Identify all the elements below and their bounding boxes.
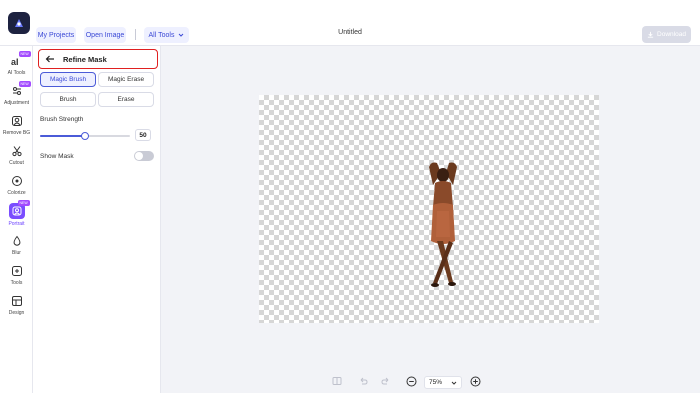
redo-icon[interactable] (380, 375, 392, 387)
new-badge: NEW (18, 51, 31, 57)
nav-label: Adjustment (3, 100, 29, 106)
panel-title: Refine Mask (63, 54, 107, 64)
magic-brush-button[interactable]: Magic Brush (40, 72, 96, 87)
svg-text:aI: aI (11, 57, 19, 66)
nav-label: Tools (10, 280, 23, 286)
all-tools-label: All Tools (148, 31, 175, 39)
brush-button[interactable]: Brush (40, 92, 96, 107)
nav-item-design[interactable]: Design (0, 294, 33, 316)
brush-strength-value[interactable]: 50 (135, 129, 151, 141)
nav-item-portrait[interactable]: NEW Portrait (0, 200, 33, 227)
nav-label: Cutout (9, 160, 24, 166)
zoom-value: 75% (429, 379, 443, 386)
brush-strength-slider[interactable] (40, 132, 130, 140)
zoom-select[interactable]: 75% (424, 376, 462, 389)
remove-bg-icon (10, 114, 24, 128)
erase-button[interactable]: Erase (98, 92, 154, 107)
left-nav: aI NEW AI Tools NEW Adjustment Remove BG… (0, 46, 33, 393)
nav-label: Portrait (8, 221, 25, 227)
brush-strength-label: Brush Strength (40, 116, 84, 123)
nav-label: AI Tools (7, 70, 26, 76)
compare-icon[interactable] (331, 375, 343, 387)
nav-item-colorize[interactable]: Colorize (0, 174, 33, 196)
ai-icon: aI NEW (10, 51, 31, 68)
nav-item-blur[interactable]: Blur (0, 234, 33, 256)
show-mask-toggle[interactable] (134, 151, 154, 161)
back-arrow-icon[interactable] (45, 55, 55, 63)
chevron-down-icon (179, 33, 184, 37)
blur-icon (10, 234, 24, 248)
logo-icon (15, 19, 23, 27)
chevron-down-icon (451, 381, 457, 385)
panel-header: Refine Mask (38, 49, 158, 69)
nav-label: Blur (12, 250, 21, 256)
tools-icon (10, 264, 24, 278)
open-image-button[interactable]: Open Image (84, 27, 126, 43)
nav-item-tools[interactable]: Tools (0, 264, 33, 286)
undo-icon[interactable] (357, 375, 369, 387)
download-button[interactable]: Download (642, 26, 691, 43)
slider-fill (40, 135, 85, 137)
refine-mask-panel: Refine Mask Magic Brush Magic Erase Brus… (33, 46, 161, 393)
download-icon (647, 31, 654, 38)
subject-image (429, 162, 457, 287)
nav-item-ai-tools[interactable]: aI NEW AI Tools (0, 51, 33, 76)
nav-item-cutout[interactable]: Cutout (0, 144, 33, 166)
all-tools-dropdown[interactable]: All Tools (144, 27, 189, 43)
portrait-icon: NEW (8, 200, 30, 219)
nav-label: Design (8, 310, 25, 316)
magic-erase-button[interactable]: Magic Erase (98, 72, 154, 87)
download-label: Download (657, 31, 686, 38)
colorize-icon (10, 174, 24, 188)
nav-item-adjustment[interactable]: NEW Adjustment (0, 81, 33, 106)
nav-label: Remove BG (2, 130, 31, 136)
scissors-icon (10, 144, 24, 158)
zoom-in-icon[interactable] (469, 375, 481, 387)
image-canvas[interactable] (259, 95, 599, 323)
top-bar: My Projects Open Image All Tools Untitle… (0, 0, 700, 46)
new-badge: NEW (18, 81, 31, 87)
nav-item-remove-bg[interactable]: Remove BG (0, 114, 33, 136)
document-title[interactable]: Untitled (338, 29, 362, 36)
my-projects-button[interactable]: My Projects (36, 27, 76, 43)
slider-thumb[interactable] (81, 132, 89, 140)
sliders-icon: NEW (10, 81, 31, 98)
show-mask-label: Show Mask (40, 153, 74, 160)
zoom-out-icon[interactable] (405, 375, 417, 387)
topbar-divider (135, 29, 136, 40)
nav-label: Colorize (7, 190, 26, 196)
new-badge: NEW (17, 200, 30, 206)
app-logo[interactable] (8, 12, 30, 34)
design-icon (10, 294, 24, 308)
